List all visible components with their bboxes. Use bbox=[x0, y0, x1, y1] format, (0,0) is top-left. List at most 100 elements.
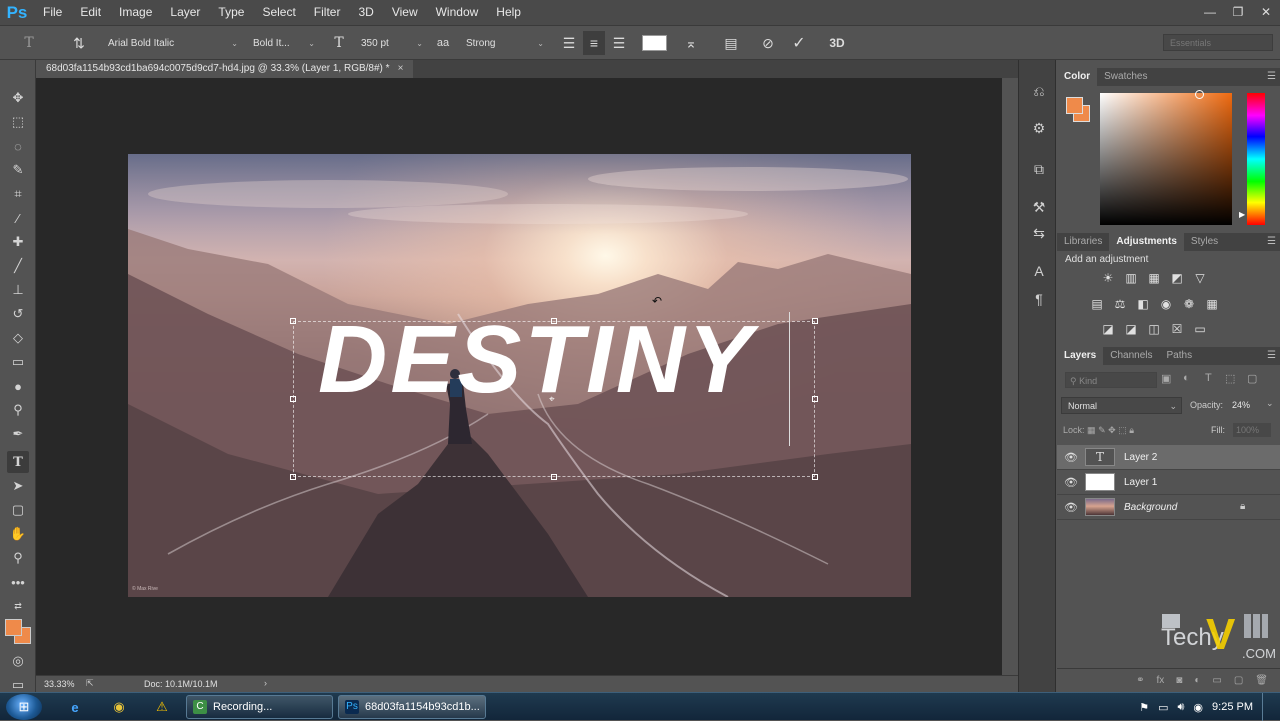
internet-explorer-icon[interactable]: e bbox=[64, 696, 86, 718]
blend-mode-dropdown[interactable]: Normal ⌄ bbox=[1061, 397, 1182, 414]
panel-menu-icon[interactable]: ☰ bbox=[1267, 68, 1276, 86]
blur-tool-icon[interactable]: ● bbox=[7, 375, 29, 397]
visibility-eye-icon[interactable]: 👁︎ bbox=[1057, 476, 1085, 489]
share-icon[interactable]: ⇱ bbox=[86, 678, 94, 689]
new-group-icon[interactable]: ▭ bbox=[1212, 675, 1221, 686]
font-style-dropdown[interactable]: Bold It... ⌄ bbox=[249, 34, 317, 53]
layer-row-layer-1[interactable]: 👁︎ Layer 1 bbox=[1057, 470, 1280, 495]
layer-name[interactable]: Background bbox=[1124, 502, 1177, 513]
align-right-icon[interactable]: ☰ bbox=[608, 31, 630, 55]
tool-presets-icon[interactable]: ⇆ bbox=[1028, 222, 1050, 244]
status-menu-arrow[interactable]: › bbox=[264, 678, 267, 688]
filter-shape-icon[interactable]: ⬚ bbox=[1225, 372, 1235, 385]
tab-channels[interactable]: Channels bbox=[1103, 347, 1159, 365]
foreground-color-swatch[interactable] bbox=[5, 619, 22, 636]
invert-icon[interactable]: ◪ bbox=[1100, 321, 1116, 337]
paragraph-icon[interactable]: ¶ bbox=[1028, 288, 1050, 310]
start-button[interactable]: ⊞ bbox=[6, 694, 42, 720]
photo-filter-icon[interactable]: ◉ bbox=[1158, 296, 1174, 312]
color-picker-field[interactable] bbox=[1100, 93, 1232, 225]
tab-layers[interactable]: Layers bbox=[1057, 347, 1104, 365]
fill-input[interactable]: 100% bbox=[1233, 423, 1271, 437]
recording-taskbar-button[interactable]: C Recording... bbox=[186, 695, 333, 719]
transform-handle[interactable] bbox=[290, 318, 296, 324]
quick-select-tool-icon[interactable]: ✎ bbox=[7, 159, 29, 181]
filter-type-icon[interactable]: T bbox=[1205, 372, 1212, 384]
rectangle-tool-icon[interactable]: ▢ bbox=[7, 499, 29, 521]
properties-panel-icon[interactable]: ⚙ bbox=[1028, 117, 1050, 139]
vibrance-icon[interactable]: ▽ bbox=[1192, 270, 1208, 286]
menu-window[interactable]: Window bbox=[427, 0, 488, 25]
layer-name[interactable]: Layer 2 bbox=[1124, 452, 1157, 463]
exposure-icon[interactable]: ◩ bbox=[1169, 270, 1185, 286]
clone-source-icon[interactable]: ⧉ bbox=[1028, 158, 1050, 180]
menu-select[interactable]: Select bbox=[253, 0, 304, 25]
threshold-icon[interactable]: ◫ bbox=[1146, 321, 1162, 337]
brush-presets-icon[interactable]: ⚒ bbox=[1028, 196, 1050, 218]
color-balance-icon[interactable]: ⚖ bbox=[1112, 296, 1128, 312]
curves-icon[interactable]: ▦ bbox=[1146, 270, 1162, 286]
transform-handle[interactable] bbox=[290, 474, 296, 480]
visibility-eye-icon[interactable]: 👁︎ bbox=[1057, 451, 1085, 464]
warp-text-icon[interactable]: ⌅ bbox=[680, 31, 702, 55]
transform-handle[interactable] bbox=[290, 396, 296, 402]
path-selection-tool-icon[interactable]: ➤ bbox=[7, 475, 29, 497]
history-panel-icon[interactable]: ⎌ bbox=[1028, 80, 1050, 102]
photoshop-taskbar-button[interactable]: Ps 68d03fa1154b93cd1b... bbox=[338, 695, 486, 719]
kind-filter-dropdown[interactable]: ⚲ Kind bbox=[1065, 372, 1157, 388]
document-canvas[interactable]: DESTINY ⌖ ↶ © Max Rive bbox=[128, 154, 911, 597]
pen-tool-icon[interactable]: ✒ bbox=[7, 423, 29, 445]
transform-handle[interactable] bbox=[551, 474, 557, 480]
menu-filter[interactable]: Filter bbox=[305, 0, 350, 25]
close-tab-icon[interactable]: × bbox=[398, 63, 404, 74]
align-left-icon[interactable]: ☰ bbox=[558, 31, 580, 55]
close-button[interactable]: ✕ bbox=[1252, 0, 1280, 25]
lock-artboard-icon[interactable]: ⬚ bbox=[1118, 425, 1127, 435]
transform-handle[interactable] bbox=[812, 396, 818, 402]
font-size-dropdown[interactable]: 350 pt ⌄ bbox=[357, 34, 425, 53]
link-layers-icon[interactable]: ⚭ bbox=[1136, 675, 1144, 686]
new-layer-icon[interactable]: ▢ bbox=[1234, 675, 1243, 686]
color-lookup-icon[interactable]: ▦ bbox=[1204, 296, 1220, 312]
add-mask-icon[interactable]: ◙ bbox=[1176, 675, 1182, 686]
new-adjustment-icon[interactable]: ◐ bbox=[1194, 675, 1200, 686]
menu-3d[interactable]: 3D bbox=[349, 0, 382, 25]
character-icon[interactable]: A bbox=[1028, 260, 1050, 282]
show-desktop-button[interactable] bbox=[1262, 693, 1272, 721]
lock-position-icon[interactable]: ✥ bbox=[1108, 425, 1116, 435]
menu-file[interactable]: File bbox=[34, 0, 71, 25]
tab-libraries[interactable]: Libraries bbox=[1057, 233, 1109, 251]
delete-layer-icon[interactable]: 🗑︎ bbox=[1255, 675, 1268, 686]
lock-paint-icon[interactable]: ✎ bbox=[1098, 425, 1106, 435]
menu-image[interactable]: Image bbox=[110, 0, 161, 25]
character-panel-icon[interactable]: ▤ bbox=[720, 31, 742, 55]
commit-edit-icon[interactable]: ✓ bbox=[788, 31, 810, 55]
lasso-tool-icon[interactable]: ◌ bbox=[7, 135, 29, 157]
tab-adjustments[interactable]: Adjustments bbox=[1109, 233, 1184, 251]
more-tools-icon[interactable]: ••• bbox=[7, 571, 29, 593]
marquee-tool-icon[interactable]: ⬚ bbox=[7, 111, 29, 133]
lock-transparent-icon[interactable]: ▦ bbox=[1087, 425, 1096, 435]
panel-menu-icon[interactable]: ☰ bbox=[1267, 233, 1276, 251]
menu-help[interactable]: Help bbox=[487, 0, 530, 25]
move-tool-icon[interactable]: ✥ bbox=[7, 87, 29, 109]
volume-icon[interactable]: 🔊︎ bbox=[1177, 701, 1184, 714]
healing-brush-tool-icon[interactable]: ✚ bbox=[7, 231, 29, 253]
cancel-edit-icon[interactable]: ⊘ bbox=[757, 31, 779, 55]
zoom-tool-icon[interactable]: ⚲ bbox=[7, 547, 29, 569]
clone-stamp-tool-icon[interactable]: ⊥ bbox=[7, 279, 29, 301]
type-tool-icon[interactable]: T bbox=[7, 451, 29, 473]
menu-edit[interactable]: Edit bbox=[71, 0, 110, 25]
hue-saturation-icon[interactable]: ▤ bbox=[1089, 296, 1105, 312]
restore-button[interactable]: ❐ bbox=[1224, 0, 1252, 25]
layer-name[interactable]: Layer 1 bbox=[1124, 477, 1157, 488]
tray-app-icon[interactable]: ◉ bbox=[1193, 701, 1203, 714]
quick-mask-icon[interactable]: ◎ bbox=[7, 650, 29, 672]
chrome-icon[interactable]: ◉ bbox=[108, 696, 130, 718]
3d-icon[interactable]: 3D bbox=[824, 31, 850, 55]
layer-row-layer-2[interactable]: 👁︎ T Layer 2 bbox=[1057, 445, 1280, 470]
tray-flag-icon[interactable]: ⚑ bbox=[1139, 701, 1149, 714]
hue-slider[interactable] bbox=[1247, 93, 1265, 225]
panel-menu-icon[interactable]: ☰ bbox=[1267, 347, 1276, 365]
gradient-map-icon[interactable]: ☒ bbox=[1169, 321, 1185, 337]
